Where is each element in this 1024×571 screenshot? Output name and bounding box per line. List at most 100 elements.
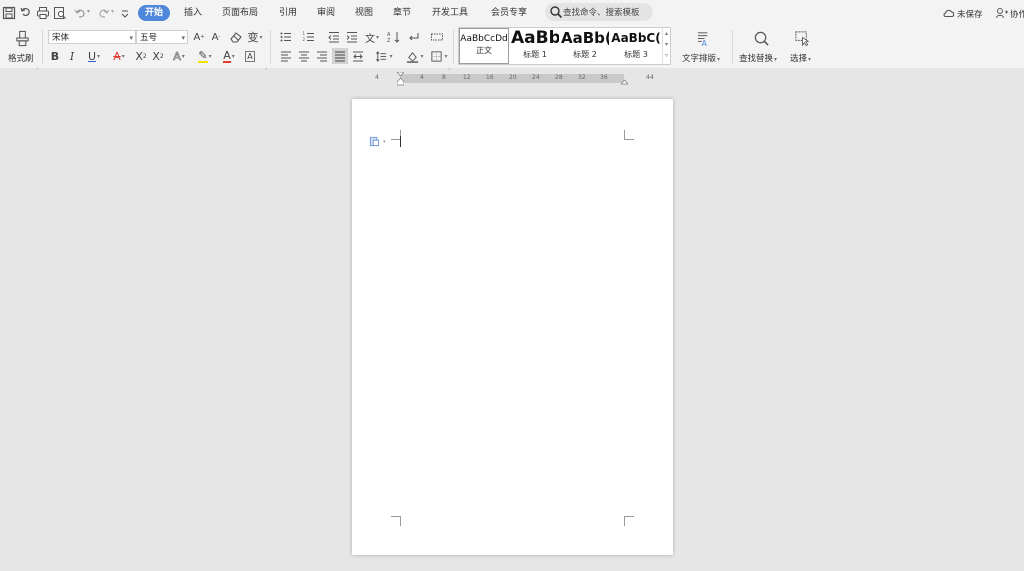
paste-options-icon[interactable] <box>368 135 380 147</box>
select-cursor-icon <box>793 29 811 47</box>
tab-developer-tools[interactable]: 开发工具 <box>432 6 468 21</box>
text-effect-icon[interactable]: A ▾ <box>169 48 189 64</box>
ruler-tick: 24 <box>532 74 540 81</box>
right-indent-marker[interactable] <box>620 78 629 85</box>
subscript-icon[interactable]: X2 <box>151 48 165 64</box>
superscript-icon[interactable]: X2 <box>134 48 148 64</box>
tab-home[interactable]: 开始 <box>138 5 171 21</box>
tab-page-layout[interactable]: 页面布局 <box>222 6 258 21</box>
magnifier-icon <box>752 29 770 47</box>
font-color-icon[interactable]: A ▾ <box>219 48 239 64</box>
styles-gallery: AaBbCcDd 正文 AaBb 标题 1 AaBb( 标题 2 AaBbC( … <box>458 27 671 65</box>
line-spacing-icon[interactable]: ▾ <box>373 48 395 64</box>
tab-member[interactable]: 会员专享 <box>491 6 527 21</box>
highlight-icon[interactable]: ✎ ▾ <box>194 48 216 64</box>
svg-text:Z: Z <box>387 38 391 44</box>
border-icon[interactable]: ▾ <box>428 48 450 64</box>
italic-icon[interactable]: I <box>66 48 78 64</box>
indent-marker[interactable] <box>396 71 405 86</box>
save-icon[interactable] <box>1 5 17 21</box>
redo-history-icon[interactable] <box>18 5 34 21</box>
text-cursor <box>400 136 401 147</box>
collaborate-icon <box>994 5 1010 21</box>
style-heading-3[interactable]: AaBbC( 标题 3 <box>611 28 661 64</box>
unsaved-status[interactable]: 未保存 <box>957 8 983 20</box>
table-tool-icon[interactable] <box>429 29 445 45</box>
customize-icon[interactable] <box>117 5 133 21</box>
bold-icon[interactable]: B <box>49 48 61 64</box>
format-painter-button[interactable]: 格式刷 <box>4 27 38 65</box>
font-size-select[interactable]: 五号 ▾ <box>136 30 188 44</box>
group-expand-icon[interactable]: ⌟ <box>36 65 38 71</box>
underline-icon[interactable]: U ▾ <box>84 48 104 64</box>
shading-icon[interactable]: ▾ <box>404 48 426 64</box>
justify-icon[interactable] <box>332 48 348 64</box>
select-text: 选择 <box>790 54 808 64</box>
divider <box>42 30 43 64</box>
style-normal-label: 正文 <box>476 46 492 55</box>
tab-references[interactable]: 引用 <box>279 6 297 21</box>
align-center-icon[interactable] <box>296 48 312 64</box>
style-heading-2-label: 标题 2 <box>573 50 597 59</box>
style-normal[interactable]: AaBbCcDd 正文 <box>459 28 509 64</box>
clear-format-icon[interactable] <box>228 29 244 45</box>
print-icon[interactable] <box>35 5 51 21</box>
align-right-icon[interactable] <box>314 48 330 64</box>
command-search-box[interactable]: 查找命令、搜索模板 <box>545 3 653 21</box>
strikethrough-icon[interactable]: A ▾ <box>108 48 130 64</box>
show-marks-icon[interactable] <box>406 29 422 45</box>
chevron-down-icon[interactable]: ▾ <box>665 41 668 48</box>
font-name-select[interactable]: 宋体 ▾ <box>48 30 136 44</box>
sort-icon[interactable]: AZ <box>386 29 402 45</box>
ruler-tick: 20 <box>509 74 517 81</box>
style-heading-2[interactable]: AaBb( 标题 2 <box>561 28 609 64</box>
tab-view[interactable]: 视图 <box>355 6 373 21</box>
chevron-down-icon[interactable]: ▾ <box>383 139 386 145</box>
text-layout-button[interactable]: A 文字排版▾ <box>680 27 728 65</box>
select-button[interactable]: 选择▾ <box>788 27 818 65</box>
style-heading-2-preview: AaBb( <box>561 29 609 47</box>
undo-icon[interactable] <box>72 5 88 21</box>
group-expand-icon[interactable]: ⌟ <box>448 65 450 71</box>
styles-scroll[interactable]: ▴ ▾ ▿ <box>662 28 672 64</box>
cloud-icon <box>941 5 957 21</box>
tab-insert[interactable]: 插入 <box>184 6 202 21</box>
style-heading-1[interactable]: AaBb 标题 1 <box>511 28 559 64</box>
chevron-down-icon: ▾ <box>181 34 185 42</box>
chinese-layout-icon[interactable]: 文 ▾ <box>362 29 382 45</box>
tab-review[interactable]: 审阅 <box>317 6 335 21</box>
increase-indent-icon[interactable] <box>344 29 360 45</box>
bullet-list-icon[interactable] <box>278 29 294 45</box>
svg-text:1: 1 <box>303 31 306 36</box>
ruler-tick: 16 <box>486 74 494 81</box>
group-expand-icon[interactable]: ⌟ <box>265 65 267 71</box>
ruler-tick: 28 <box>555 74 563 81</box>
phonetic-guide-icon[interactable]: 变 ▾ <box>246 29 264 45</box>
style-normal-preview: AaBbCcDd <box>460 34 508 44</box>
margin-corner-bottom-right <box>624 516 634 526</box>
align-left-icon[interactable] <box>278 48 294 64</box>
collaborate-button[interactable]: 协作 <box>1010 8 1024 20</box>
redo-dropdown-caret[interactable]: ▾ <box>111 8 114 15</box>
numbered-list-icon[interactable]: 12 <box>301 29 317 45</box>
decrease-font-icon[interactable]: A- <box>209 29 223 45</box>
ruler-tick: 32 <box>578 74 586 81</box>
chevron-up-icon[interactable]: ▴ <box>665 30 668 37</box>
increase-font-icon[interactable]: A + <box>192 29 206 45</box>
more-styles-icon[interactable]: ▿ <box>665 52 668 59</box>
undo-dropdown-caret[interactable]: ▾ <box>87 8 90 15</box>
text-layout-label: 文字排版▾ <box>682 54 721 64</box>
find-replace-label: 查找替换▾ <box>739 54 778 64</box>
print-preview-icon[interactable] <box>52 5 68 21</box>
text-layout-text: 文字排版 <box>682 54 717 64</box>
tab-chapter[interactable]: 章节 <box>393 6 411 21</box>
find-replace-button[interactable]: 查找替换▾ <box>738 27 786 65</box>
redo-icon[interactable] <box>96 5 112 21</box>
search-placeholder: 查找命令、搜索模板 <box>563 8 640 18</box>
text-layout-icon: A <box>695 29 713 47</box>
distributed-align-icon[interactable] <box>350 48 366 64</box>
decrease-indent-icon[interactable] <box>326 29 342 45</box>
document-page[interactable]: ▾ <box>352 99 673 555</box>
character-border-icon[interactable]: A <box>243 48 257 64</box>
horizontal-ruler[interactable]: 4 4 8 12 16 20 24 28 32 36 44 <box>352 71 672 86</box>
